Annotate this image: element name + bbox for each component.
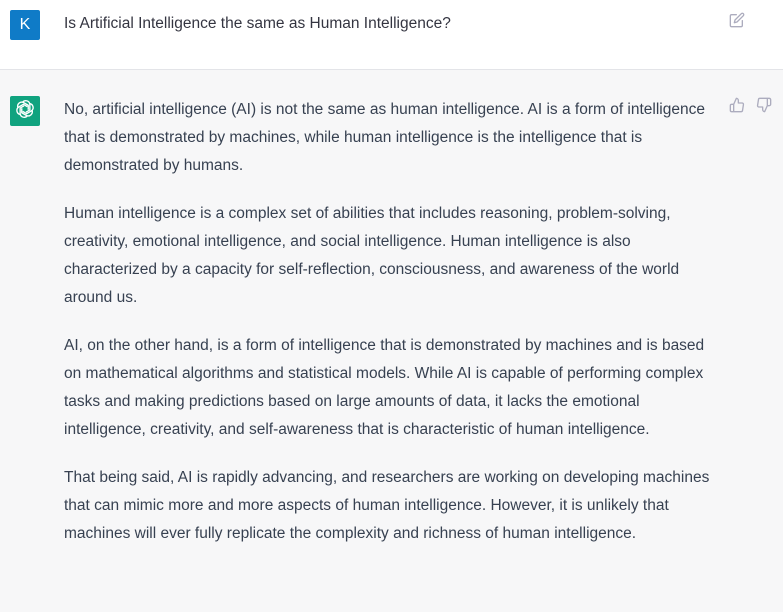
edit-icon: [729, 12, 745, 33]
user-message-text: Is Artificial Intelligence the same as H…: [64, 15, 451, 32]
thumbs-down-button[interactable]: [753, 96, 775, 118]
response-paragraph: That being said, AI is rapidly advancing…: [64, 469, 710, 542]
assistant-avatar: [10, 96, 40, 126]
user-avatar: K: [10, 10, 40, 40]
thumbs-up-button[interactable]: [726, 96, 748, 118]
user-avatar-letter: K: [19, 16, 31, 33]
thumbs-down-icon: [756, 97, 772, 118]
response-paragraph: Human intelligence is a complex set of a…: [64, 205, 680, 306]
edit-button[interactable]: [727, 12, 747, 32]
thumbs-up-icon: [729, 97, 745, 118]
response-paragraph: No, artificial intelligence (AI) is not …: [64, 101, 705, 174]
assistant-message-row: No, artificial intelligence (AI) is not …: [0, 70, 783, 612]
assistant-response: No, artificial intelligence (AI) is not …: [64, 96, 724, 568]
response-paragraph: AI, on the other hand, is a form of inte…: [64, 337, 705, 438]
openai-logo-icon: [14, 98, 36, 125]
user-message-row: K Is Artificial Intelligence the same as…: [0, 0, 783, 70]
